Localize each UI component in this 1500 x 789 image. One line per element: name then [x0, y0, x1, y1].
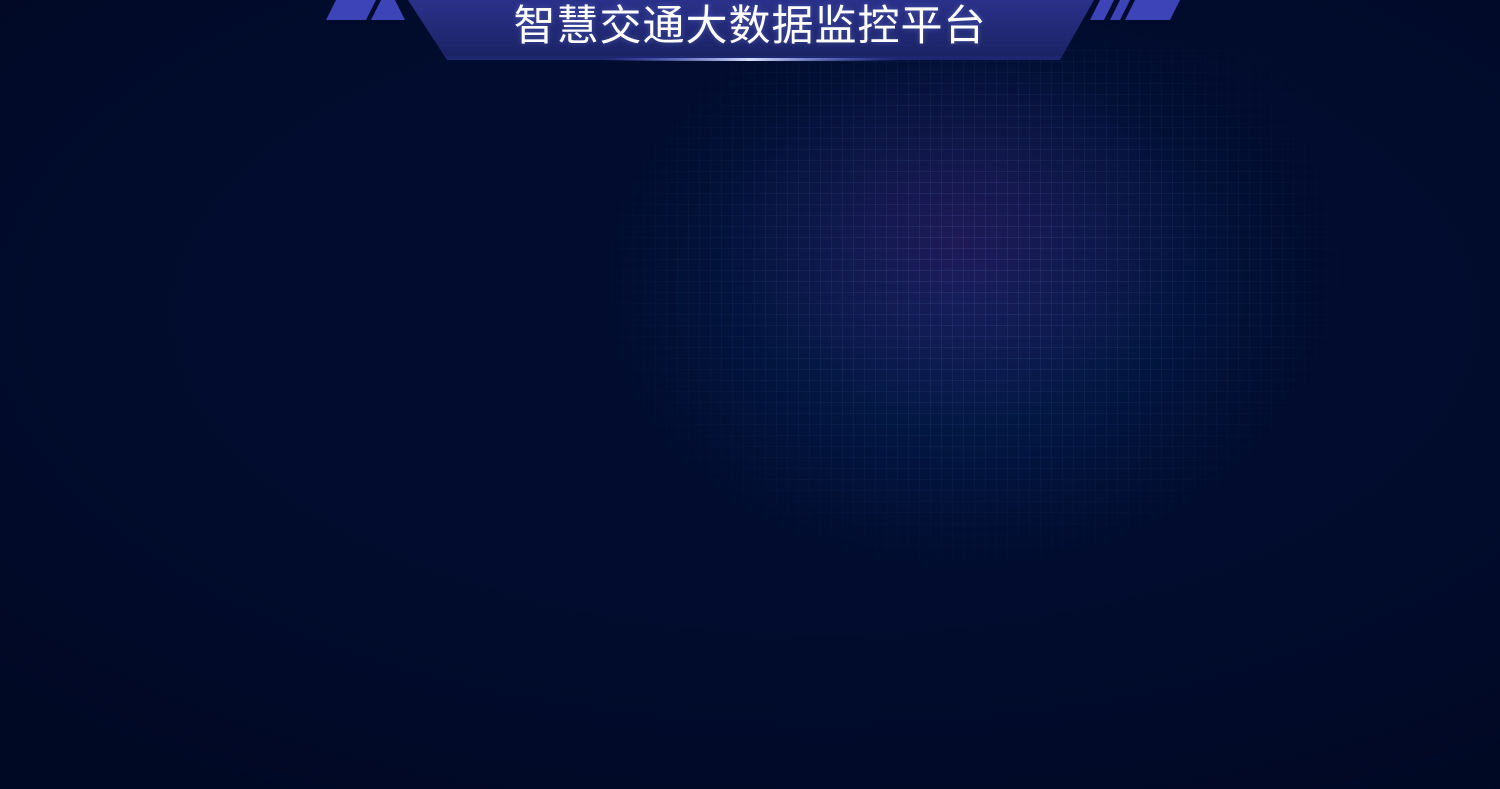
background-glow — [560, 40, 1360, 600]
dashboard-page: 智慧交通大数据监控平台 — [0, 0, 1500, 789]
right-stripe-1 — [1090, 0, 1114, 20]
page-title: 智慧交通大数据监控平台 — [513, 1, 987, 50]
right-stripe-3 — [1125, 0, 1180, 20]
left-stripe-3 — [371, 0, 405, 20]
background-grid — [600, 50, 1360, 590]
header-glow-line — [600, 58, 900, 61]
background-vignette — [0, 0, 1500, 789]
header-bar: 智慧交通大数据监控平台 — [0, 0, 1500, 70]
